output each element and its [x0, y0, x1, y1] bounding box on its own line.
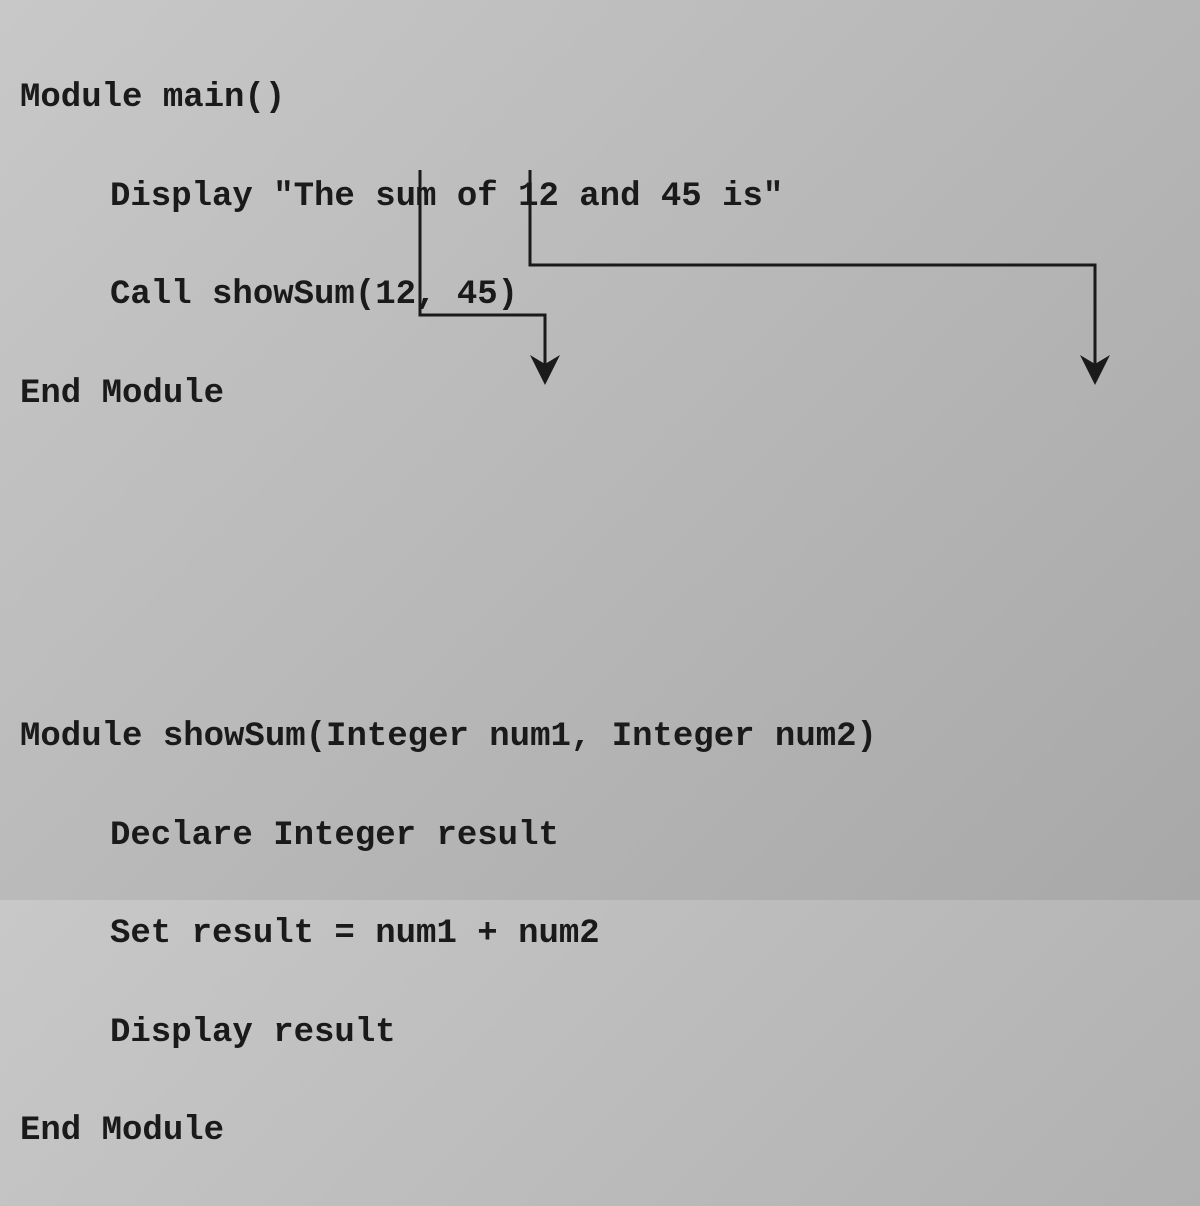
- main-end: End Module: [20, 370, 1180, 419]
- showsum-set-line: Set result = num1 + num2: [20, 910, 1180, 959]
- main-header: Module main(): [20, 74, 1180, 123]
- main-display-line: Display "The sum of 12 and 45 is": [20, 173, 1180, 222]
- main-module-block: Module main() Display "The sum of 12 and…: [20, 25, 1180, 469]
- showsum-header: Module showSum(Integer num1, Integer num…: [20, 713, 1180, 762]
- showsum-module-block: Module showSum(Integer num1, Integer num…: [20, 664, 1180, 1206]
- main-call-line: Call showSum(12, 45): [20, 271, 1180, 320]
- showsum-declare-line: Declare Integer result: [20, 812, 1180, 861]
- showsum-display-line: Display result: [20, 1009, 1180, 1058]
- showsum-end: End Module: [20, 1107, 1180, 1156]
